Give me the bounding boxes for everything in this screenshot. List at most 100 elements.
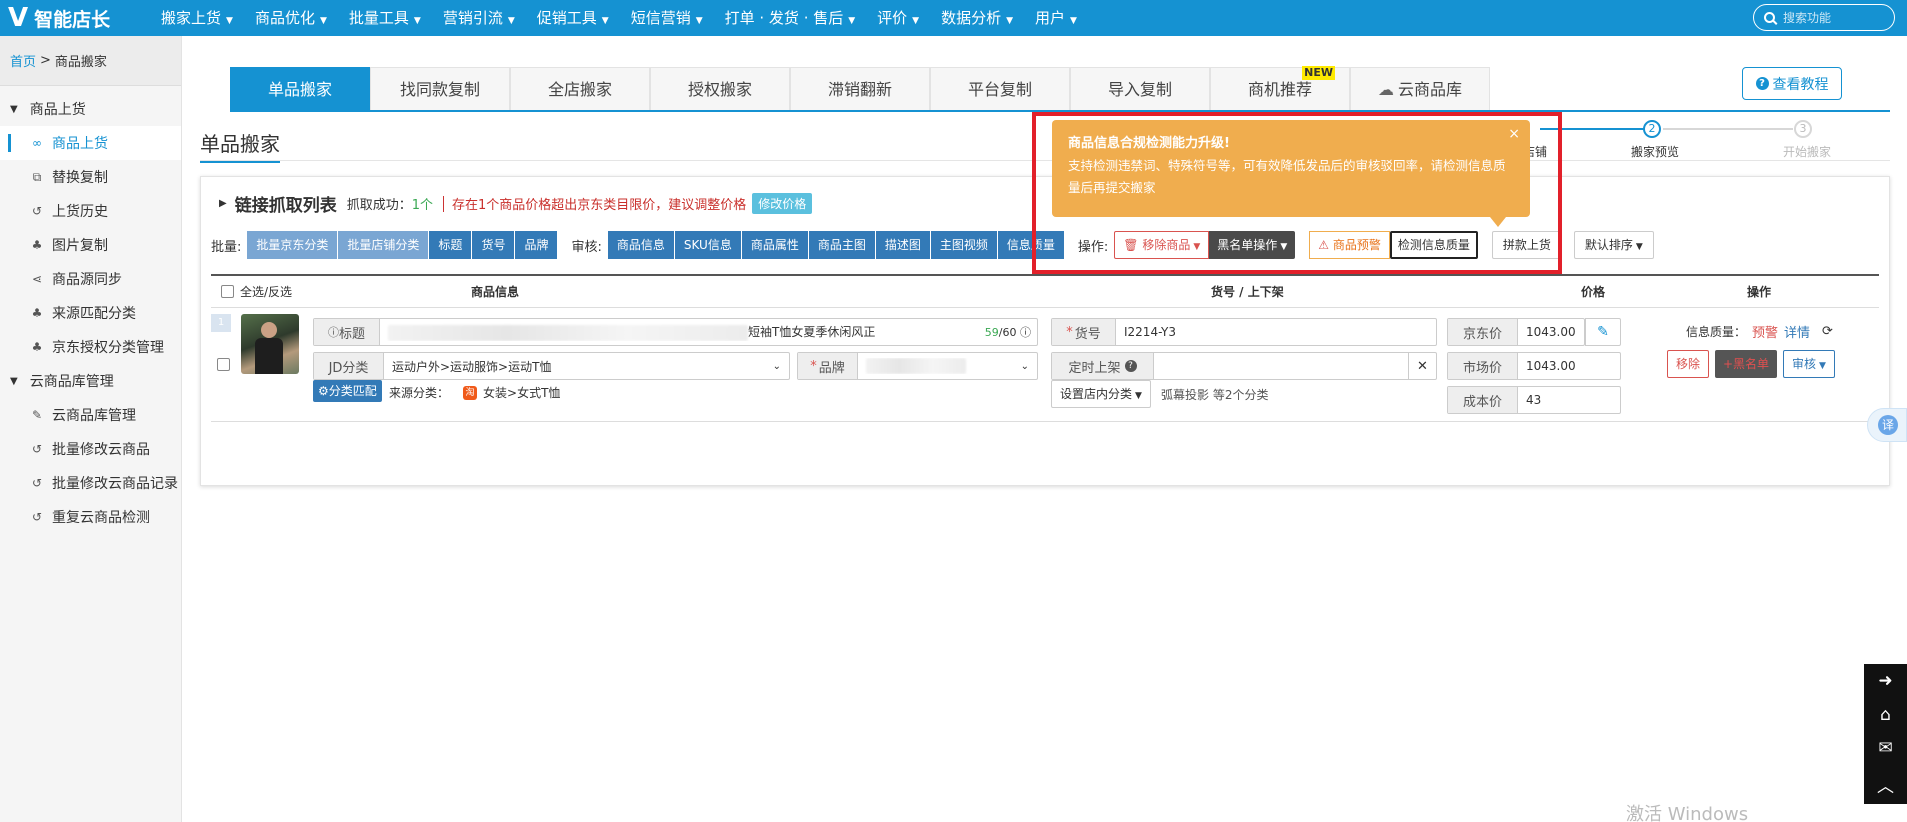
menu-item-reviews[interactable]: 评价 ▼ (866, 0, 930, 36)
chat-icon[interactable]: ✉ (1878, 738, 1892, 758)
divider (443, 195, 444, 212)
question-icon: ⓘ (327, 326, 339, 339)
tutorial-button[interactable]: ? 查看教程 (1742, 67, 1842, 100)
sidebar-item-upload-history[interactable]: ↺ 上货历史 (0, 194, 181, 228)
search-icon[interactable] (1764, 12, 1775, 23)
caret-right-icon[interactable]: ▶ (219, 198, 227, 209)
blacklist-button[interactable]: +黑名单 (1715, 350, 1778, 378)
chevron-down-icon: ⌄ (1020, 360, 1029, 372)
audit-desc-image-button[interactable]: 描述图 (875, 231, 931, 259)
cost-price-input[interactable]: 43 (1518, 393, 1620, 407)
menu-item-user[interactable]: 用户 ▼ (1024, 0, 1088, 36)
menu-item-orders[interactable]: 打单 · 发货 · 售后 ▼ (714, 0, 867, 36)
question-icon: ⓘ (1016, 326, 1031, 339)
chevron-down-icon: ⌄ (772, 360, 781, 372)
quality-detail-link[interactable]: 详情 (1784, 322, 1810, 341)
arrow-right-icon[interactable]: ➜ (1878, 671, 1892, 691)
search-input[interactable] (1783, 10, 1883, 25)
sidebar-group-goods-upload[interactable]: ▼ 商品上货 (0, 92, 181, 126)
audit-sku-info-button[interactable]: SKU信息 (674, 231, 742, 259)
store-category-button[interactable]: 设置店内分类 ▼ (1051, 380, 1151, 408)
batch-sku-button[interactable]: 货号 (472, 231, 516, 259)
sidebar-item-cloud-duplicate-check[interactable]: ↺ 重复云商品检测 (0, 500, 181, 534)
menu-item-sms[interactable]: 短信营销 ▼ (620, 0, 714, 36)
jd-price-input[interactable]: 1043.00 (1518, 325, 1584, 339)
sku-field: * 货号 I2214-Y3 (1051, 318, 1437, 346)
caret-down-icon: ▼ (848, 16, 856, 26)
menu-item-goods-optimize[interactable]: 商品优化 ▼ (244, 0, 338, 36)
sidebar-item-cloud-batch-edit-log[interactable]: ↺ 批量修改云商品记录 (0, 466, 181, 500)
remove-row-button[interactable]: 移除 (1667, 350, 1710, 378)
sidebar-item-replace-copy[interactable]: ⧉ 替换复制 (0, 160, 181, 194)
batch-title-button[interactable]: 标题 (429, 231, 473, 259)
caret-down-icon: ▼ (1070, 16, 1077, 26)
sidebar-item-goods-upload[interactable]: ∞ 商品上货 (0, 126, 181, 160)
new-badge: NEW (1302, 66, 1335, 80)
blurred-title (388, 324, 748, 341)
menu-item-analytics[interactable]: 数据分析 ▼ (930, 0, 1024, 36)
tab-find-same[interactable]: 找同款复制 (370, 67, 510, 111)
caret-down-icon: ▼ (413, 16, 421, 26)
breadcrumb-sep: > (40, 53, 51, 68)
tab-import-copy[interactable]: 导入复制 (1070, 67, 1210, 111)
batch-jd-category-button[interactable]: 批量京东分类 (247, 231, 339, 259)
translate-button[interactable]: 译 (1867, 408, 1907, 442)
audit-attributes-button[interactable]: 商品属性 (741, 231, 809, 259)
market-price-input[interactable]: 1043.00 (1518, 359, 1620, 373)
audit-main-image-button[interactable]: 商品主图 (808, 231, 876, 259)
caret-down-icon: ▼ (10, 375, 18, 387)
tab-whole-store[interactable]: 全店搬家 (510, 67, 650, 111)
default-sort-dropdown[interactable]: 默认排序 ▼ (1573, 231, 1654, 259)
audit-dropdown[interactable]: 审核 ▼ (1783, 350, 1835, 378)
info-quality: 信息质量： 预警 详情 ⟳ (1686, 322, 1833, 341)
gear-icon: ⚙ (318, 384, 329, 398)
product-thumbnail[interactable] (241, 314, 299, 374)
breadcrumb-home[interactable]: 首页 (10, 51, 36, 70)
sidebar-item-image-copy[interactable]: ♣ 图片复制 (0, 228, 181, 262)
tab-business-recommend[interactable]: 商机推荐 NEW (1210, 66, 1350, 111)
brand-select[interactable]: * 品牌 ⌄ (797, 352, 1038, 380)
highlight-frame (1032, 112, 1562, 274)
audit-main-video-button[interactable]: 主图视频 (930, 231, 998, 259)
refresh-icon[interactable]: ⟳ (1822, 324, 1833, 339)
select-all-checkbox[interactable] (221, 285, 234, 298)
menu-item-move-goods[interactable]: 搬家上货 ▼ (150, 0, 244, 36)
tab-platform-copy[interactable]: 平台复制 (930, 67, 1070, 111)
source-category: 来源分类：淘女装>女式T恤 (389, 385, 561, 400)
sidebar-item-jd-category-manage[interactable]: ♣ 京东授权分类管理 (0, 330, 181, 364)
tab-single-move[interactable]: 单品搬家 (230, 67, 370, 111)
menu-item-batch-tools[interactable]: 批量工具 ▼ (338, 0, 432, 36)
batch-store-category-button[interactable]: 批量店铺分类 (338, 231, 430, 259)
audit-goods-info-button[interactable]: 商品信息 (607, 231, 675, 259)
home-icon[interactable]: ⌂ (1880, 705, 1891, 725)
sitemap-icon: ♣ (31, 238, 43, 252)
tab-cloud-library[interactable]: ☁ 云商品库 (1350, 67, 1490, 111)
logo[interactable]: V 智能店长 (0, 5, 150, 32)
sidebar-item-source-sync[interactable]: ⋖ 商品源同步 (0, 262, 181, 296)
sidebar-item-cloud-batch-edit[interactable]: ↺ 批量修改云商品 (0, 432, 181, 466)
title-field: ⓘ 标题 短袖T恤女夏季休闲风正 59/60 ⓘ (313, 318, 1038, 346)
category-match-button[interactable]: ⚙分类匹配 (313, 380, 382, 402)
chevron-up-icon[interactable]: ︿ (1877, 772, 1894, 797)
tab-authorized[interactable]: 授权搬家 (650, 67, 790, 111)
batch-brand-button[interactable]: 品牌 (515, 231, 558, 259)
batch-label: 批量: (211, 239, 242, 255)
tab-refurbish[interactable]: 滞销翻新 (790, 67, 930, 111)
edit-price-icon[interactable]: ✎ (1585, 318, 1621, 346)
sku-label: * 货号 (1052, 319, 1116, 345)
row-checkbox[interactable] (217, 358, 230, 371)
menu-item-promotion[interactable]: 促销工具 ▼ (526, 0, 620, 36)
title-input[interactable]: 短袖T恤女夏季休闲风正 (380, 323, 985, 341)
sku-input[interactable]: I2214-Y3 (1116, 325, 1436, 339)
edit-price-button[interactable]: 修改价格 (752, 193, 813, 214)
sidebar-item-source-category-match[interactable]: ♣ 来源匹配分类 (0, 296, 181, 330)
sitemap-icon: ♣ (31, 306, 43, 320)
sidebar-item-cloud-manage[interactable]: ✎ 云商品库管理 (0, 398, 181, 432)
quality-warning-link[interactable]: 预警 (1752, 322, 1778, 341)
select-all[interactable]: 全选/反选 (221, 283, 292, 300)
menu-item-marketing[interactable]: 营销引流 ▼ (432, 0, 526, 36)
jd-category-select[interactable]: JD分类 运动户外>运动服饰>运动T恤 ⌄ (313, 352, 790, 380)
sidebar-group-cloud-goods[interactable]: ▼ 云商品库管理 (0, 364, 181, 398)
header-goods-info: 商品信息 (471, 285, 520, 299)
clear-icon[interactable]: ✕ (1408, 353, 1436, 379)
